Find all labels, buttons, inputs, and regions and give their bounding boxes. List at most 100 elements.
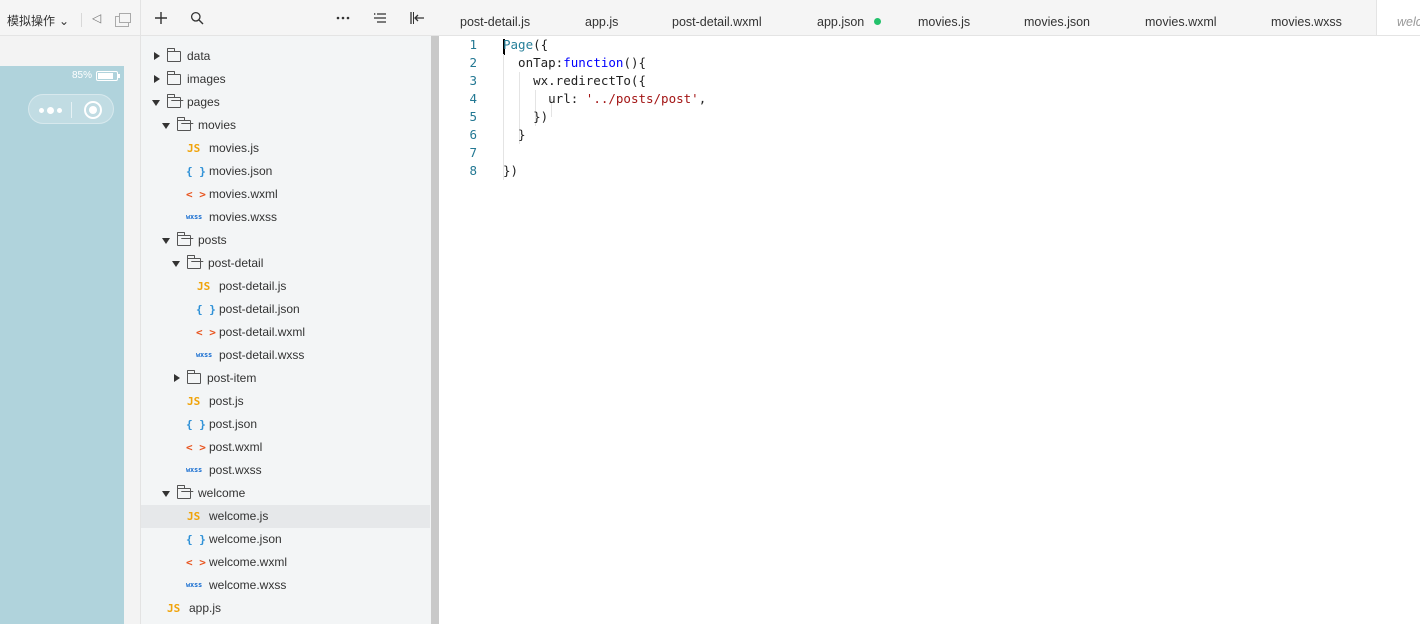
code-token: '../posts/post' <box>585 91 699 106</box>
tree-item-label: movies.js <box>209 141 260 155</box>
explorer-toolbar <box>141 0 440 36</box>
tree-item[interactable]: { } welcome.json <box>141 528 430 551</box>
js-file-icon: JS <box>167 602 181 615</box>
wxss-file-icon: wxss <box>186 581 203 589</box>
tree-item[interactable]: welcome <box>141 482 430 505</box>
detach-window-icon[interactable] <box>115 13 131 27</box>
explorer-scrollbar[interactable] <box>431 36 439 624</box>
tree-item-label: welcome.json <box>209 532 282 546</box>
tree-item[interactable]: wxss post-detail.wxss <box>141 344 430 367</box>
line-number: 1 <box>469 37 477 52</box>
tree-item[interactable]: < > post-detail.wxml <box>141 321 430 344</box>
tab-label: welc <box>1397 15 1420 29</box>
plus-icon[interactable] <box>151 8 171 28</box>
collapse-panel-icon[interactable] <box>407 8 427 28</box>
code-token: wx.redirectTo({ <box>503 73 646 88</box>
tree-item[interactable]: data <box>141 45 430 68</box>
tab-movies-js[interactable]: movies.js <box>918 0 971 35</box>
code-line[interactable]: url: '../posts/post', <box>503 90 706 108</box>
folder-icon <box>167 48 181 62</box>
tree-item-label: movies.wxss <box>209 210 278 224</box>
tree-item[interactable]: pages <box>141 91 430 114</box>
tab-label: movies.js <box>918 15 971 29</box>
code-token: (){ <box>623 55 647 70</box>
tab-app-js[interactable]: app.js <box>585 0 618 35</box>
chevron-down-icon <box>152 100 160 106</box>
chevron-down-icon <box>162 491 170 497</box>
tree-item[interactable]: JS movies.js <box>141 137 430 160</box>
wxml-file-icon: < > <box>196 326 216 339</box>
more-dots-icon[interactable] <box>39 107 62 114</box>
tree-item[interactable]: JS post-detail.js <box>141 275 430 298</box>
tab-post-detail-js[interactable]: post-detail.js <box>460 0 530 35</box>
code-line[interactable]: }) <box>503 162 518 180</box>
code-token: onTap: <box>503 55 564 70</box>
tree-item[interactable]: post-detail <box>141 252 430 275</box>
line-number: 5 <box>469 109 477 124</box>
tree-item-selected[interactable]: JS welcome.js <box>141 505 430 528</box>
code-line[interactable]: wx.redirectTo({ <box>503 72 646 90</box>
wxss-file-icon: wxss <box>186 213 203 221</box>
chevron-down-icon <box>172 261 180 267</box>
simulator-mode-dropdown[interactable]: 模拟操作 ⌄ <box>7 12 69 29</box>
line-number: 8 <box>469 163 477 178</box>
folder-open-icon <box>177 117 191 131</box>
search-icon[interactable] <box>187 8 207 28</box>
tree-item[interactable]: JS app.js <box>141 597 430 620</box>
tree-item-label: post.wxss <box>209 463 262 477</box>
tree-item[interactable]: movies <box>141 114 430 137</box>
code-line[interactable]: } <box>503 126 526 144</box>
tab-movies-json[interactable]: movies.json <box>1024 0 1090 35</box>
tab-label: movies.json <box>1024 15 1090 29</box>
tree-item[interactable]: posts <box>141 229 430 252</box>
tree-item-label: post.json <box>209 417 258 431</box>
tree-item[interactable]: wxss welcome.wxss <box>141 574 430 597</box>
tab-app-json[interactable]: app.json <box>817 0 882 35</box>
editor-tab-bar: post-detail.js app.js post-detail.wxml a… <box>439 0 1420 36</box>
chevron-down-icon: ⌄ <box>59 14 70 28</box>
tree-item[interactable]: wxss movies.wxss <box>141 206 430 229</box>
more-icon[interactable] <box>333 8 353 28</box>
tree-item[interactable]: { } post-detail.json <box>141 298 430 321</box>
tree-item[interactable]: post-item <box>141 367 430 390</box>
tab-post-detail-wxml[interactable]: post-detail.wxml <box>672 0 762 35</box>
code-token: }) <box>503 163 519 178</box>
tree-item-label: welcome.js <box>209 509 269 523</box>
tree-item[interactable]: JS post.js <box>141 390 430 413</box>
tree-item[interactable]: < > post.wxml <box>141 436 430 459</box>
battery-icon <box>96 70 120 81</box>
volume-icon[interactable]: ◁ <box>92 11 101 25</box>
tree-item[interactable]: images <box>141 68 430 91</box>
code-token: }) <box>503 109 549 124</box>
code-token: ({ <box>533 37 549 52</box>
tree-item[interactable]: < > movies.wxml <box>141 183 430 206</box>
simulator-panel: 模拟操作 ⌄ ◁ 85% <box>0 0 140 624</box>
tree-item-label: data <box>187 49 211 63</box>
code-line[interactable]: Page({ <box>503 36 548 54</box>
close-circle-icon[interactable] <box>84 101 102 119</box>
folder-open-icon <box>177 485 191 499</box>
phone-screen[interactable]: 85% <box>0 66 124 624</box>
wxml-file-icon: < > <box>186 188 206 201</box>
line-number: 4 <box>469 91 477 106</box>
code-line[interactable]: onTap:function(){ <box>503 54 646 72</box>
tree-item[interactable]: < > welcome.wxml <box>141 551 430 574</box>
tree-item[interactable]: wxss post.wxss <box>141 459 430 482</box>
code-line[interactable]: }) <box>503 108 548 126</box>
code-editor[interactable]: 1 2 3 4 5 6 7 8 Page({ onTap:function(){… <box>439 36 1420 624</box>
outline-icon[interactable] <box>370 8 390 28</box>
tree-item[interactable]: { } movies.json <box>141 160 430 183</box>
code-token: } <box>503 127 526 142</box>
tree-item-label: welcome <box>198 486 246 500</box>
line-number: 3 <box>469 73 477 88</box>
tab-movies-wxss[interactable]: movies.wxss <box>1271 0 1342 35</box>
tab-movies-wxml[interactable]: movies.wxml <box>1145 0 1217 35</box>
tree-item-label: posts <box>198 233 227 247</box>
folder-open-icon <box>187 255 201 269</box>
tree-item-label: post-item <box>207 371 257 385</box>
wxml-file-icon: < > <box>186 441 206 454</box>
tab-welcome-js-active[interactable]: welc <box>1376 0 1420 35</box>
tree-item-label: movies <box>198 118 237 132</box>
tree-item[interactable]: { } post.json <box>141 413 430 436</box>
chevron-right-icon <box>174 374 180 382</box>
